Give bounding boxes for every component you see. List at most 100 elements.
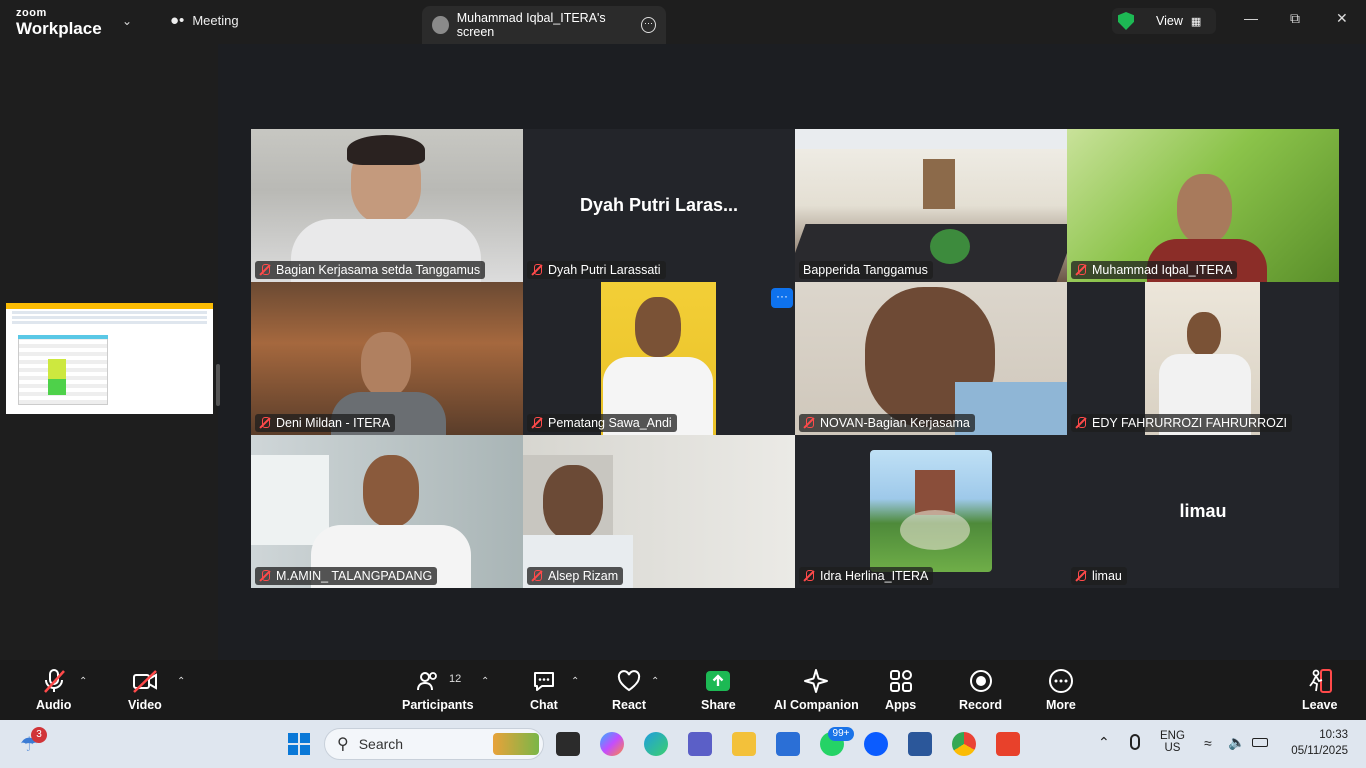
participant-tile[interactable]: Muhammad Iqbal_ITERA xyxy=(1067,129,1339,282)
apps-button[interactable]: Apps xyxy=(885,668,916,712)
language-line2: US xyxy=(1164,742,1181,754)
participant-tile[interactable]: limau limau xyxy=(1067,435,1339,588)
participant-video xyxy=(795,129,1067,282)
title-bar: zoom Workplace ⌄ ●• Meeting Muhammad Iqb… xyxy=(0,0,1366,44)
file-explorer-icon[interactable] xyxy=(732,732,756,756)
tab-meeting[interactable]: ●• Meeting xyxy=(170,12,239,29)
start-icon[interactable] xyxy=(288,733,310,755)
participant-tile[interactable]: Dyah Putri Laras... Dyah Putri Larassati xyxy=(523,129,795,282)
logo-workplace: Workplace xyxy=(16,19,102,38)
leave-label: Leave xyxy=(1302,698,1338,712)
word-icon[interactable] xyxy=(908,732,932,756)
participants-button[interactable]: Participants xyxy=(402,668,474,712)
participant-name: Pematang Sawa_Andi xyxy=(548,416,672,430)
participant-tile-active-speaker[interactable]: Bapperida Tanggamus xyxy=(795,129,1067,282)
battery-icon[interactable] xyxy=(1252,738,1268,747)
clock[interactable]: 10:33 xyxy=(1310,729,1348,741)
participant-tile[interactable]: M.AMIN_ TALANGPADANG xyxy=(251,435,523,588)
panel-resize-handle[interactable] xyxy=(216,364,220,406)
react-options-caret[interactable]: ⌃ xyxy=(651,676,659,687)
participant-tile[interactable]: NOVAN-Bagian Kerjasama xyxy=(795,282,1067,435)
chat-options-caret[interactable]: ⌃ xyxy=(571,676,579,687)
muted-mic-icon xyxy=(803,417,815,429)
participant-name: EDY FAHRURROZI FAHRURROZI xyxy=(1092,416,1287,430)
acrobat-icon[interactable] xyxy=(996,732,1020,756)
participant-name-tag: limau xyxy=(1071,567,1127,585)
tab-shared-screen[interactable]: Muhammad Iqbal_ITERA's screen ··· xyxy=(422,6,666,44)
more-options-button[interactable]: ··· xyxy=(771,288,793,308)
view-button[interactable]: View ▦ xyxy=(1112,8,1216,34)
participant-video xyxy=(251,282,523,435)
task-view-icon[interactable] xyxy=(556,732,580,756)
participants-options-caret[interactable]: ⌃ xyxy=(481,676,489,687)
share-button[interactable]: Share xyxy=(701,668,736,712)
share-label: Share xyxy=(701,698,736,712)
meeting-area: Bagian Kerjasama setda Tanggamus Dyah Pu… xyxy=(0,44,1366,660)
participant-tile[interactable]: Bagian Kerjasama setda Tanggamus xyxy=(251,129,523,282)
zoom-logo[interactable]: zoom Workplace xyxy=(16,8,102,38)
react-label: React xyxy=(612,698,647,712)
minimize-icon[interactable]: — xyxy=(1244,10,1258,26)
edge-icon[interactable] xyxy=(644,732,668,756)
leave-button[interactable]: Leave xyxy=(1302,668,1337,712)
participant-tile[interactable]: Deni Mildan - ITERA xyxy=(251,282,523,435)
wifi-icon[interactable]: ≈ xyxy=(1204,735,1212,751)
more-button[interactable]: More xyxy=(1046,668,1076,712)
volume-icon[interactable]: 🔈 xyxy=(1228,734,1245,751)
participant-name-tag: EDY FAHRURROZI FAHRURROZI xyxy=(1071,414,1292,432)
show-hidden-icons[interactable]: ⌃ xyxy=(1098,734,1110,751)
chat-button[interactable]: Chat xyxy=(530,668,558,712)
copilot-icon[interactable] xyxy=(600,732,624,756)
participant-tile[interactable]: EDY FAHRURROZI FAHRURROZI xyxy=(1067,282,1339,435)
muted-mic-icon xyxy=(259,264,271,276)
more-options-icon[interactable]: ··· xyxy=(641,17,656,33)
close-icon[interactable]: ✕ xyxy=(1336,10,1348,27)
language-indicator[interactable]: ENG US xyxy=(1160,730,1185,754)
record-label: Record xyxy=(959,698,1003,712)
more-icon xyxy=(1048,669,1073,693)
search-highlight-icon xyxy=(493,733,539,755)
participant-display-name: Dyah Putri Laras... xyxy=(579,195,739,215)
participant-name-tag: NOVAN-Bagian Kerjasama xyxy=(799,414,975,432)
participant-name-tag: Dyah Putri Larassati xyxy=(527,261,666,279)
ai-companion-button[interactable]: AI Companion xyxy=(774,668,859,712)
chevron-down-icon[interactable]: ⌄ xyxy=(122,14,132,28)
video-label: Video xyxy=(128,698,162,712)
search-box[interactable]: ⚲ Search xyxy=(324,728,544,760)
participant-tile[interactable]: Alsep Rizam xyxy=(523,435,795,588)
participant-tile[interactable]: Idra Herlina_ITERA xyxy=(795,435,1067,588)
grid-view-icon: ▦ xyxy=(1190,15,1202,28)
chrome-icon[interactable] xyxy=(952,732,976,756)
restore-icon[interactable]: ⧉ xyxy=(1290,10,1300,27)
audio-button[interactable]: Audio xyxy=(36,668,71,712)
audio-options-caret[interactable]: ⌃ xyxy=(79,676,87,687)
muted-mic-icon xyxy=(1075,264,1087,276)
view-label: View xyxy=(1156,14,1183,28)
teams-icon[interactable] xyxy=(688,732,712,756)
zoom-icon[interactable] xyxy=(864,732,888,756)
participant-tile[interactable]: ··· Pematang Sawa_Andi xyxy=(523,282,795,435)
meeting-toolbar: Audio ⌃ Video ⌃ Participants 12 ⌃ Chat ⌃… xyxy=(0,660,1366,720)
muted-mic-icon xyxy=(531,570,543,582)
participant-video xyxy=(1067,282,1339,435)
record-button[interactable]: Record xyxy=(959,668,1002,712)
participant-name: Muhammad Iqbal_ITERA xyxy=(1092,263,1233,277)
video-button[interactable]: Video xyxy=(128,668,162,712)
participant-video xyxy=(523,282,795,435)
video-options-caret[interactable]: ⌃ xyxy=(177,676,185,687)
apps-icon xyxy=(889,670,912,692)
store-icon[interactable] xyxy=(776,732,800,756)
react-button[interactable]: React xyxy=(612,668,646,712)
audio-label: Audio xyxy=(36,698,72,712)
share-screen-icon xyxy=(706,671,731,691)
apps-label: Apps xyxy=(885,698,917,712)
participant-video xyxy=(251,435,523,588)
microphone-icon[interactable] xyxy=(1130,734,1140,750)
leave-icon xyxy=(1308,669,1332,693)
participant-profile-photo xyxy=(795,435,1067,588)
participant-name: Bapperida Tanggamus xyxy=(803,263,928,277)
sparkle-icon xyxy=(804,669,829,693)
participants-icon xyxy=(416,672,437,691)
participant-name: Idra Herlina_ITERA xyxy=(820,569,929,583)
shared-screen-thumbnail[interactable] xyxy=(6,303,213,414)
